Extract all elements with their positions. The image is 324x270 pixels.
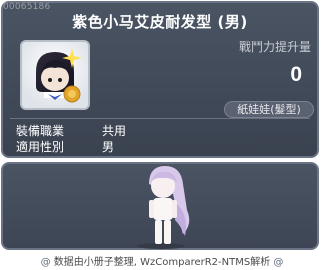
- category-badge: 紙娃娃(髮型): [224, 101, 314, 118]
- character-avatar: [137, 166, 190, 249]
- hair-style-icon: [22, 42, 88, 108]
- job-value: 共用: [102, 124, 127, 138]
- item-title: 紫色小马艾皮耐发型 (男): [72, 13, 248, 31]
- gender-value: 男: [102, 140, 115, 154]
- gender-row: 適用性別 男: [16, 138, 114, 155]
- job-row: 裝備職業 共用: [16, 122, 126, 139]
- character-preview: [1, 162, 319, 250]
- combat-power-label: 戰鬥力提升量: [239, 40, 312, 54]
- gender-label: 適用性別: [16, 140, 65, 154]
- item-icon-box: [20, 40, 90, 110]
- combat-power-value: 0: [290, 63, 302, 86]
- info-icon: @: [40, 257, 51, 268]
- job-label: 裝備職業: [16, 124, 65, 138]
- info-icon: @: [273, 257, 284, 268]
- item-info-card: 紫色小马艾皮耐发型 (男) 戰鬥力提升量 0 紙娃娃(髮型) 裝備職業 共用 適…: [1, 1, 319, 158]
- footer: @ 数据由小册子整理, WzComparerR2-NTMS解析 @: [0, 253, 324, 268]
- footer-text: 数据由小册子整理, WzComparerR2-NTMS解析: [53, 257, 271, 268]
- item-id: 00065186: [3, 2, 51, 12]
- info-divider: [10, 118, 310, 119]
- item-tooltip: 紫色小马艾皮耐发型 (男) 戰鬥力提升量 0 紙娃娃(髮型) 裝備職業 共用 適…: [0, 0, 324, 270]
